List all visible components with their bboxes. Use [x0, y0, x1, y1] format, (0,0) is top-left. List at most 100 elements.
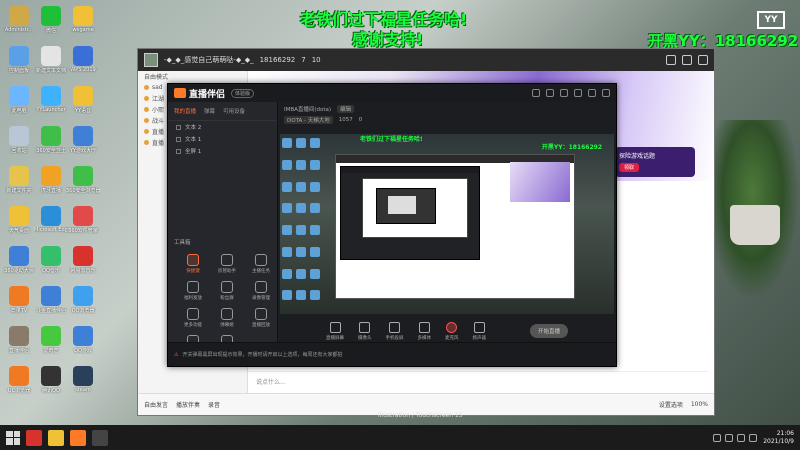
stream-preview[interactable]: 老铁们过下福星任务哈! 开黑YY：18166292 — [280, 134, 614, 314]
avatar[interactable] — [144, 53, 158, 67]
desktop-icon[interactable]: 新建文本文档 — [34, 46, 68, 74]
close-icon[interactable] — [698, 55, 708, 65]
desktop-icon[interactable]: QQ音乐 — [34, 246, 68, 274]
clock[interactable]: 21:06 2021/10/9 — [763, 430, 794, 446]
minimize-icon[interactable] — [666, 55, 676, 65]
app-icon — [9, 366, 29, 386]
network-icon[interactable] — [713, 433, 722, 442]
game-category[interactable]: DOTA - 天梯大地 — [284, 116, 333, 124]
desktop-icon[interactable]: 直播伴侣 — [2, 326, 36, 354]
user-icon — [144, 140, 149, 145]
tool-shortcut[interactable]: 快捷键 — [178, 254, 208, 274]
tool-room-admin[interactable]: 房管助手 — [212, 254, 242, 274]
visibility-checkbox[interactable] — [176, 136, 181, 142]
desktop-icon[interactable]: QQ游戏 — [66, 326, 100, 354]
input-method-icon[interactable] — [737, 433, 746, 442]
volume-icon[interactable] — [725, 433, 734, 442]
sidebar-item[interactable]: 自由模式 — [138, 71, 247, 82]
taskbar-app-icon[interactable] — [92, 429, 108, 446]
tool-danmaku[interactable]: 弹幕姬 — [212, 308, 242, 328]
scene-item[interactable]: 全屏 1 — [168, 145, 277, 157]
user-icon — [144, 96, 149, 101]
desktop-icon[interactable]: 爱奇艺 — [34, 326, 68, 354]
multimedia-button[interactable]: 多媒体 — [418, 321, 431, 341]
desktop-icon[interactable]: Administr... — [2, 6, 36, 33]
desktop-icon[interactable]: 新建文件夹 — [2, 166, 36, 194]
tool-welfare[interactable]: 福利发放 — [178, 281, 208, 301]
visibility-checkbox[interactable] — [176, 148, 181, 154]
app-icon — [9, 86, 29, 106]
taskbar-app-icon[interactable] — [70, 429, 86, 446]
tool-more[interactable]: 更多功能 — [178, 308, 208, 328]
desktop-icon[interactable]: wegame — [66, 6, 100, 33]
desktop-icon[interactable]: QQ浏览器 — [66, 286, 100, 314]
desktop-icon[interactable]: 斗鱼直播伴侣 — [34, 286, 68, 314]
app-icon — [73, 6, 93, 26]
microphone-button[interactable]: 麦克风 — [445, 321, 459, 341]
tool-tasks[interactable]: 主播任务 — [246, 254, 276, 274]
desktop-icon[interactable]: 微信 — [34, 6, 68, 34]
desktop-icon[interactable]: 天气桌面 — [2, 206, 36, 234]
settings-button[interactable]: 设置选项 — [659, 400, 683, 409]
screen-capture-button[interactable]: 直播屏幕 — [326, 321, 344, 341]
tab-danmaku[interactable]: 弹幕 — [204, 107, 215, 115]
speaker-button[interactable]: 扬声器 — [473, 321, 486, 341]
app-main-panel: IMBA直播间(dota) 编辑 DOTA - 天梯大地 1057 0 老铁们过… — [278, 102, 616, 342]
desktop-icon[interactable]: 芒果TV — [2, 286, 36, 314]
tab-devices[interactable]: 可用设备 — [223, 107, 245, 115]
app-left-panel: 我的直播 弹幕 可用设备 文本 2 文本 1 全屏 1 工具箱 快捷键 房管助手… — [168, 102, 278, 355]
desktop-icon[interactable]: Microsoft Edge — [34, 206, 68, 233]
maximize-icon[interactable] — [682, 55, 692, 65]
desktop-icon-label: 爱奇艺 — [43, 348, 59, 354]
claim-button[interactable]: 领取 — [619, 163, 640, 172]
scene-item[interactable]: 文本 1 — [168, 133, 277, 145]
desktop-icon[interactable]: YY语音 — [66, 86, 100, 114]
tab-my-stream[interactable]: 我的直播 — [174, 107, 196, 115]
desktop-icon[interactable]: UC浏览器 — [2, 366, 36, 394]
desktop-icon[interactable]: 360驱动大师 — [2, 246, 36, 274]
group-icon — [221, 281, 233, 293]
desktop-icon[interactable]: 虎牙直播 — [34, 166, 68, 194]
record-button[interactable]: 录音 — [208, 400, 220, 409]
minimize-icon[interactable] — [588, 89, 596, 97]
voice-mode-button[interactable]: 自由发言 — [144, 400, 168, 409]
taskbar-app-icon[interactable] — [48, 429, 64, 446]
more-icon — [187, 308, 199, 320]
camera-button[interactable]: 摄像头 — [358, 321, 372, 341]
edit-room-button[interactable]: 编辑 — [337, 105, 355, 113]
desktop-icon[interactable]: 网易云音乐 — [66, 246, 100, 274]
tool-replay[interactable]: 直播回放 — [246, 308, 276, 328]
start-button[interactable] — [6, 430, 20, 445]
start-stream-button[interactable]: 开始直播 — [529, 324, 568, 338]
desktop-icon[interactable]: YYLauncher — [34, 86, 68, 113]
desktop-icon[interactable]: 控制面板 — [2, 46, 36, 74]
desktop-icon[interactable]: YY游戏大厅 — [66, 126, 100, 154]
music-button[interactable]: 播放伴奏 — [176, 400, 200, 409]
chat-input-bar[interactable]: 说点什么... — [248, 371, 708, 391]
desktop-icon[interactable]: 回收站 — [2, 126, 36, 154]
tool-recording[interactable]: 录像管理 — [246, 281, 276, 301]
scene-item[interactable]: 文本 2 — [168, 121, 277, 133]
menu-icon[interactable] — [574, 89, 582, 97]
app-icon — [73, 166, 93, 186]
desktop-icon[interactable]: 腾讯QQ — [34, 366, 68, 394]
event-card[interactable]: 探险游戏话题 领取 — [615, 147, 695, 177]
tool-fan-group[interactable]: 粉丝群 — [212, 281, 242, 301]
desktop-icon[interactable]: 360安全卫士 — [34, 126, 68, 154]
notification-icon[interactable] — [749, 433, 758, 442]
phone-cast-button[interactable]: 手机投屏 — [386, 321, 404, 341]
skin-icon[interactable] — [532, 89, 540, 97]
visibility-checkbox[interactable] — [176, 124, 181, 130]
desktop-icon[interactable]: 此电脑 — [2, 86, 36, 114]
close-icon[interactable] — [602, 89, 610, 97]
message-icon[interactable] — [546, 89, 554, 97]
app-icon — [73, 126, 93, 146]
desktop-icon[interactable]: 360软件管家 — [66, 206, 100, 234]
desktop-icon[interactable]: 360安全浏览器 — [66, 166, 100, 194]
desktop-icon[interactable]: steam — [66, 366, 100, 393]
desktop-icon-label: WPS 2019 — [70, 67, 96, 73]
taskbar-app-icon[interactable] — [26, 429, 42, 446]
settings-icon[interactable] — [560, 89, 568, 97]
desktop-icon-label: Administr... — [4, 27, 34, 33]
desktop-icon[interactable]: WPS 2019 — [66, 46, 100, 73]
